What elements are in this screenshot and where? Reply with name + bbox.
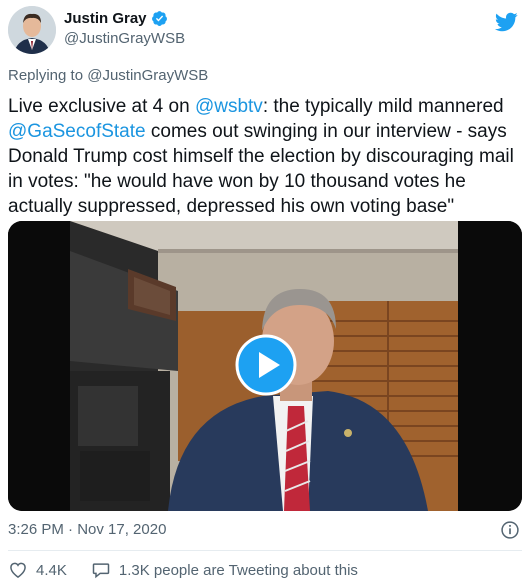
like-button[interactable]: 4.4K	[8, 560, 67, 580]
tweet-text-part: : the typically mild mannered	[262, 96, 504, 117]
play-icon[interactable]	[235, 334, 297, 396]
heart-icon[interactable]	[8, 560, 28, 580]
conversation-text[interactable]: 1.3K people are Tweeting about this	[119, 562, 358, 579]
tweet-timestamp[interactable]: 3:26 PM · Nov 17, 2020	[8, 521, 166, 538]
author-block[interactable]: Justin Gray @JustinGrayWSB	[64, 10, 185, 47]
twitter-bird-icon[interactable]	[494, 10, 518, 34]
speech-bubble-icon[interactable]	[91, 560, 111, 580]
like-count: 4.4K	[36, 561, 67, 579]
info-icon[interactable]	[500, 520, 520, 540]
author-handle[interactable]: @JustinGrayWSB	[64, 30, 185, 47]
verified-badge-icon	[151, 11, 167, 26]
video-player[interactable]	[8, 221, 522, 511]
avatar[interactable]	[8, 6, 56, 54]
conversation-link[interactable]: 1.3K people are Tweeting about this	[91, 560, 358, 580]
replying-to[interactable]: Replying to @JustinGrayWSB	[8, 67, 208, 84]
mention-link[interactable]: @wsbtv	[195, 96, 263, 117]
avatar-image	[8, 6, 56, 54]
author-name[interactable]: Justin Gray	[64, 10, 147, 27]
tweet-text: Live exclusive at 4 on @wsbtv: the typic…	[8, 94, 523, 219]
action-bar: 4.4K 1.3K people are Tweeting about this	[8, 560, 358, 580]
divider	[8, 550, 522, 551]
author-name-row[interactable]: Justin Gray	[64, 10, 185, 27]
tweet-text-part: Live exclusive at 4 on	[8, 96, 195, 117]
mention-link[interactable]: @GaSecofState	[8, 121, 146, 142]
